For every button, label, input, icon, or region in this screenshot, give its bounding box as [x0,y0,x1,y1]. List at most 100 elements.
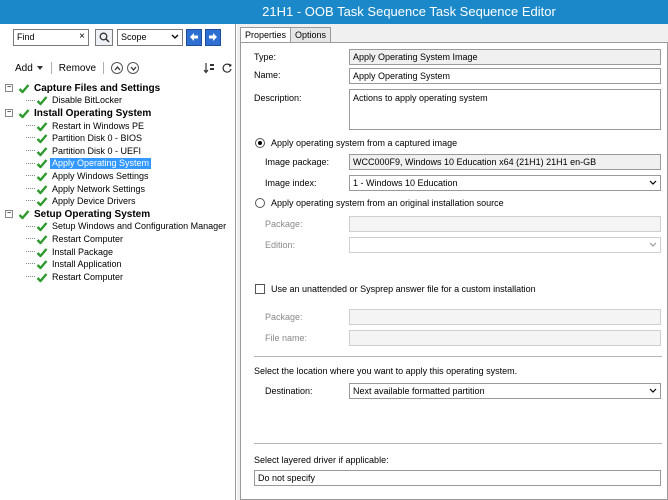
image-index-label: Image index: [265,178,317,188]
checkmark-icon [36,159,48,169]
move-down-button[interactable] [127,62,140,74]
driver-dropdown[interactable]: Do not specify [254,470,661,486]
properties-pane: Properties Options Type: Apply Operating… [237,24,668,500]
name-label: Name: [254,70,281,80]
radio-original-source[interactable] [255,198,265,208]
search-button[interactable] [95,28,113,46]
file-name-field [349,330,661,346]
add-menu[interactable]: Add [15,63,44,74]
tree-step-item[interactable]: Partition Disk 0 - UEFI [0,145,236,158]
checkmark-icon [36,96,48,106]
refresh-icon[interactable] [221,62,233,74]
tree-connector [26,250,35,257]
unattend-package-label: Package: [265,312,303,322]
tree-step-item[interactable]: Apply Operating System [0,158,236,171]
tree-step-item[interactable]: Restart Computer [0,233,236,246]
back-button[interactable] [186,28,202,46]
checkmark-icon [36,247,48,257]
tree-step-item[interactable]: Partition Disk 0 - BIOS [0,132,236,145]
section-divider [254,443,662,444]
move-down-icon [130,66,137,71]
image-package-label: Image package: [265,157,330,167]
tree-group: − Setup Operating System Setup Windows and… [0,208,236,284]
tree-step-label: Setup Windows and Configuration Manager [52,221,227,232]
move-up-button[interactable] [111,62,124,74]
tree-step-item[interactable]: Install Application [0,258,236,271]
unattend-checkbox[interactable] [255,284,265,294]
tree-connector [26,175,35,181]
tree-connector [26,263,35,269]
tree-group: − Install Operating System Restart in Wind… [0,107,236,208]
window-title: 21H1 - OOB Task Sequence Task Sequence E… [262,4,556,19]
tree-group: − Capture Files and Settings Disable BitLo… [0,82,236,107]
back-arrow-icon [190,33,198,41]
search-icon [99,32,110,43]
image-index-value: 1 - Windows 10 Education [353,178,458,188]
find-input[interactable] [14,29,74,45]
tree-step-item[interactable]: Apply Network Settings [0,183,236,196]
tree-connector [26,149,35,156]
checkmark-icon [36,260,48,270]
tree-group-header[interactable]: − Capture Files and Settings [0,82,236,95]
checkmark-icon [36,272,48,282]
tree-group-header[interactable]: − Install Operating System [0,107,236,120]
sort-icon[interactable] [203,62,215,74]
image-index-dropdown[interactable]: 1 - Windows 10 Education [349,175,661,191]
radio-captured-image[interactable] [255,138,265,148]
forward-button[interactable] [205,28,221,46]
toolbar-right-icons [203,62,233,74]
collapse-icon[interactable]: − [5,209,13,218]
tree-step-label: Apply Operating System [50,158,152,170]
tab-properties[interactable]: Properties [240,27,292,43]
tree-connector [26,200,35,206]
clear-icon[interactable]: × [79,31,85,42]
type-field: Apply Operating System Image [349,49,661,65]
edition-label: Edition: [265,240,296,250]
checkmark-icon [36,172,48,182]
name-field[interactable]: Apply Operating System [349,68,661,84]
tree-step-label: Install Application [52,259,122,270]
driver-text: Select layered driver if applicable: [254,455,389,465]
edition-dropdown[interactable] [349,237,661,253]
tree-step-item[interactable]: Install Package [0,246,236,259]
tree-connector [26,124,35,131]
collapse-icon[interactable]: − [5,84,13,92]
forward-arrow-icon [209,33,217,41]
tree-step-item[interactable]: Disable BitLocker [0,95,236,108]
collapse-icon[interactable]: − [5,109,13,118]
tree-step-item[interactable]: Restart in Windows PE [0,120,236,133]
tree-step-label: Apply Network Settings [52,183,146,194]
chevron-down-icon [36,66,43,70]
tree-connector [26,162,35,169]
location-text: Select the location where you want to ap… [254,366,518,376]
add-label: Add [15,62,33,74]
tree-step-label: Disable BitLocker [52,95,123,106]
package-field [349,216,661,232]
chevron-down-icon [171,34,179,39]
checkmark-icon [36,197,48,207]
tree-step-item[interactable]: Setup Windows and Configuration Manager [0,221,236,234]
tree-group-header[interactable]: − Setup Operating System [0,208,236,221]
tree-step-item[interactable]: Apply Device Drivers [0,195,236,208]
destination-dropdown[interactable]: Next available formatted partition [349,383,661,399]
toolbar-divider [50,62,52,74]
tab-options[interactable]: Options [290,27,332,42]
tree-connector [26,187,35,194]
scope-dropdown[interactable]: Scope [117,28,183,46]
tree-step-item[interactable]: Restart Computer [0,271,236,284]
chevron-down-icon [649,388,657,393]
tree-connector [26,238,35,244]
description-field[interactable]: Actions to apply operating system [349,89,661,130]
tree-step-label: Apply Windows Settings [52,170,149,181]
checkmark-icon [18,109,30,119]
section-divider [254,356,662,357]
remove-button[interactable]: Remove [59,63,96,74]
image-package-field: WCC000F9, Windows 10 Education x64 (21H1… [349,154,661,170]
tab-strip: Properties Options [240,27,332,43]
tree-step-label: Partition Disk 0 - BIOS [52,133,143,144]
chevron-down-icon [649,180,657,185]
toolbar-divider [103,62,105,74]
remove-label: Remove [58,62,97,74]
driver-value: Do not specify [258,473,316,483]
tree-step-item[interactable]: Apply Windows Settings [0,170,236,183]
